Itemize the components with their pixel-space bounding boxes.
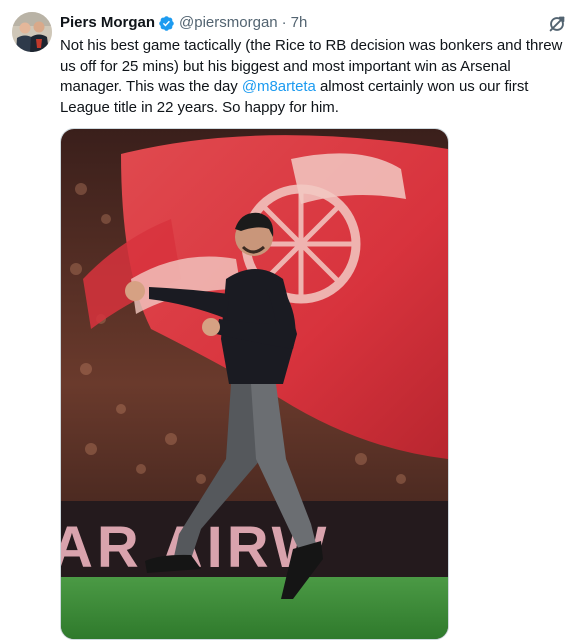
timestamp[interactable]: 7h bbox=[291, 13, 308, 33]
verified-badge-icon bbox=[159, 15, 174, 31]
tweet-photo[interactable]: AR AIRW bbox=[60, 128, 449, 640]
grok-icon[interactable] bbox=[546, 13, 568, 35]
tweet-header: Piers Morgan @piersmorgan · 7h bbox=[60, 12, 568, 34]
author-name[interactable]: Piers Morgan bbox=[60, 13, 155, 33]
tweet-text: Not his best game tactically (the Rice t… bbox=[60, 36, 570, 118]
avatar[interactable] bbox=[12, 12, 52, 52]
author-handle[interactable]: @piersmorgan bbox=[179, 13, 278, 33]
header-separator: · bbox=[281, 14, 287, 31]
tweet: Piers Morgan @piersmorgan · 7h Not his b… bbox=[0, 0, 580, 640]
mention-link[interactable]: @m8arteta bbox=[242, 78, 316, 95]
